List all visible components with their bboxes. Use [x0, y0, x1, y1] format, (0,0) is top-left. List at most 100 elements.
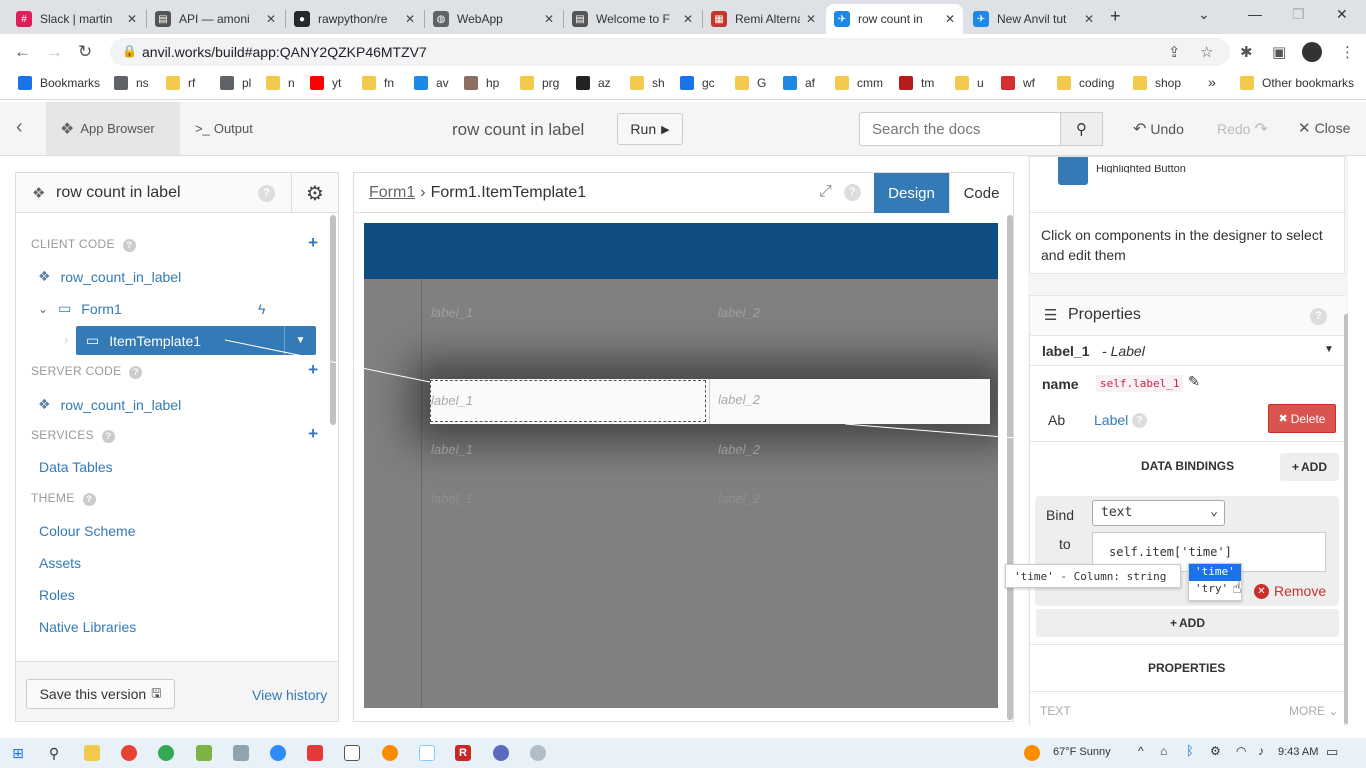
bookmark-item[interactable]: sh — [630, 76, 665, 90]
tab-code[interactable]: Code — [949, 173, 1013, 213]
caret-down-icon[interactable]: ▼ — [284, 326, 316, 355]
help-icon[interactable]: ? — [844, 184, 861, 201]
browser-tab[interactable]: ▤ API — amoni ✕ — [147, 4, 284, 34]
url-field[interactable]: 🔒 anvil.works/build#app:QANY2QZKP46MTZV7 — [110, 38, 1230, 66]
menu-icon[interactable]: ⋮ — [1340, 43, 1355, 61]
tab-design[interactable]: Design — [874, 173, 949, 213]
theme-roles[interactable]: Roles — [39, 587, 75, 603]
component-selector[interactable]: label_1 - Label ▼ — [1030, 336, 1346, 366]
bookmark-item[interactable]: hp — [464, 76, 499, 90]
bookmark-item[interactable]: az — [576, 76, 611, 90]
minimize-button[interactable]: — — [1248, 6, 1262, 22]
profile-avatar[interactable] — [1302, 42, 1322, 62]
theme-colour-scheme[interactable]: Colour Scheme — [39, 523, 136, 539]
browser-tab[interactable]: ▤ Welcome to F ✕ — [564, 4, 701, 34]
start-icon[interactable]: ⊞ — [10, 745, 26, 761]
add-server-code-button[interactable]: + — [308, 360, 318, 380]
back-icon[interactable]: ← — [14, 42, 31, 62]
view-history-link[interactable]: View history — [252, 687, 327, 703]
bookmark-item[interactable]: rf — [166, 76, 195, 90]
settings-button[interactable]: ⚙ — [291, 173, 338, 213]
tray-icon[interactable]: ⚙ — [1210, 744, 1221, 758]
gear-app-icon[interactable] — [493, 745, 509, 761]
r-app-icon[interactable]: R — [455, 745, 471, 761]
window-icon[interactable] — [344, 745, 360, 761]
tray-chevron-icon[interactable]: ^ — [1138, 744, 1144, 758]
bookmark-star-icon[interactable]: ☆ — [1200, 43, 1213, 61]
run-button[interactable]: Run ▶ — [617, 113, 683, 145]
item-template-item[interactable]: ▭ ItemTemplate1 ▼ — [76, 326, 316, 355]
server-module-item[interactable]: ❖ row_count_in_label — [38, 396, 181, 413]
add-binding-bottom-button[interactable]: + ADD — [1036, 609, 1339, 637]
bookmark-item[interactable]: av — [414, 76, 449, 90]
file-explorer-icon[interactable] — [84, 745, 100, 761]
photos-icon[interactable] — [233, 745, 249, 761]
label-type-link[interactable]: Label — [1094, 412, 1128, 428]
bookmark-item[interactable]: cmm — [835, 76, 883, 90]
redo-button[interactable]: Redo ↷ — [1217, 119, 1268, 139]
clock[interactable]: 9:43 AM — [1278, 746, 1318, 758]
close-button[interactable]: ✕ Close — [1298, 119, 1350, 137]
bookmark-item[interactable]: coding — [1057, 76, 1114, 90]
forward-icon[interactable]: → — [46, 42, 63, 62]
save-version-button[interactable]: Save this version 🖫 — [26, 679, 175, 709]
tab-close-icon[interactable]: ✕ — [1084, 12, 1094, 26]
new-tab-button[interactable]: + — [1110, 6, 1121, 27]
browser-tab[interactable]: # Slack | martin ✕ — [8, 4, 145, 34]
chrome-profile-icon[interactable] — [158, 745, 174, 761]
share-icon[interactable]: ⇪ — [1168, 43, 1181, 61]
chevron-right-icon[interactable]: › — [64, 333, 68, 347]
bookmark-item[interactable]: u — [955, 76, 984, 90]
theme-assets[interactable]: Assets — [39, 555, 81, 571]
help-icon[interactable]: ? — [1310, 308, 1327, 325]
tab-close-icon[interactable]: ✕ — [683, 12, 693, 26]
name-value[interactable]: self.label_1 — [1096, 375, 1184, 392]
tab-close-icon[interactable]: ✕ — [544, 12, 554, 26]
help-icon[interactable]: ? — [1132, 413, 1147, 428]
tab-close-icon[interactable]: ✕ — [806, 12, 816, 26]
reload-icon[interactable]: ↻ — [78, 42, 92, 62]
wifi-icon[interactable]: ◠ — [1236, 744, 1246, 758]
help-icon[interactable]: ? — [129, 366, 143, 379]
bookmark-item[interactable]: gc — [680, 76, 715, 90]
fruit-icon[interactable] — [382, 745, 398, 761]
extensions-icon[interactable]: ✱ — [1240, 43, 1253, 61]
volume-icon[interactable]: ♪ — [1258, 744, 1264, 758]
browser-tab[interactable]: ✈ New Anvil tut ✕ — [965, 4, 1102, 34]
notes-icon[interactable] — [419, 745, 435, 761]
theme-native-libraries[interactable]: Native Libraries — [39, 619, 136, 635]
output-button[interactable]: >_ Output — [195, 121, 253, 136]
item-template-row[interactable]: label_1 label_2 — [430, 379, 990, 424]
bluetooth-icon[interactable]: ᛒ — [1186, 743, 1194, 758]
remove-binding-button[interactable]: ✕ Remove — [1254, 583, 1326, 599]
right-scrollbar[interactable] — [1344, 314, 1348, 724]
help-icon[interactable]: ? — [258, 185, 275, 202]
help-icon[interactable]: ? — [122, 239, 136, 252]
design-canvas[interactable]: label_1 label_2 label_1 label_2 label_1 … — [364, 223, 998, 708]
highlighted-button-icon[interactable] — [1058, 157, 1088, 185]
globe-icon[interactable] — [530, 745, 546, 761]
zoom-icon[interactable] — [270, 745, 286, 761]
add-client-code-button[interactable]: + — [308, 233, 318, 253]
breadcrumb-root[interactable]: Form1 — [369, 184, 415, 202]
browser-tab[interactable]: ◍ WebApp ✕ — [425, 4, 562, 34]
bookmark-item[interactable]: tm — [899, 76, 934, 90]
left-scrollbar[interactable] — [330, 215, 336, 425]
sidebar-icon[interactable]: ▣ — [1272, 43, 1286, 61]
bookmark-item[interactable]: af — [783, 76, 815, 90]
app-browser-button[interactable]: ❖ App Browser — [46, 102, 180, 155]
bookmark-item[interactable]: n — [266, 76, 295, 90]
window-close-button[interactable]: ✕ — [1336, 6, 1348, 23]
delete-button[interactable]: ✖ Delete — [1268, 404, 1336, 433]
form1-item[interactable]: ⌄ ▭ Form1 — [38, 300, 122, 317]
tab-close-icon[interactable]: ✕ — [266, 12, 276, 26]
bookmark-item[interactable]: fn — [362, 76, 394, 90]
add-service-button[interactable]: + — [308, 424, 318, 444]
help-icon[interactable]: ? — [101, 430, 115, 443]
tray-network-icon[interactable]: ⌂ — [1160, 744, 1167, 758]
browser-tab[interactable]: ▦ Remi Alternat ✕ — [703, 4, 824, 34]
selected-label-1[interactable]: label_1 — [430, 380, 706, 422]
search-icon[interactable]: ⚲ — [46, 745, 62, 761]
client-module-item[interactable]: ❖ row_count_in_label — [38, 268, 181, 285]
help-icon[interactable]: ? — [82, 493, 96, 506]
